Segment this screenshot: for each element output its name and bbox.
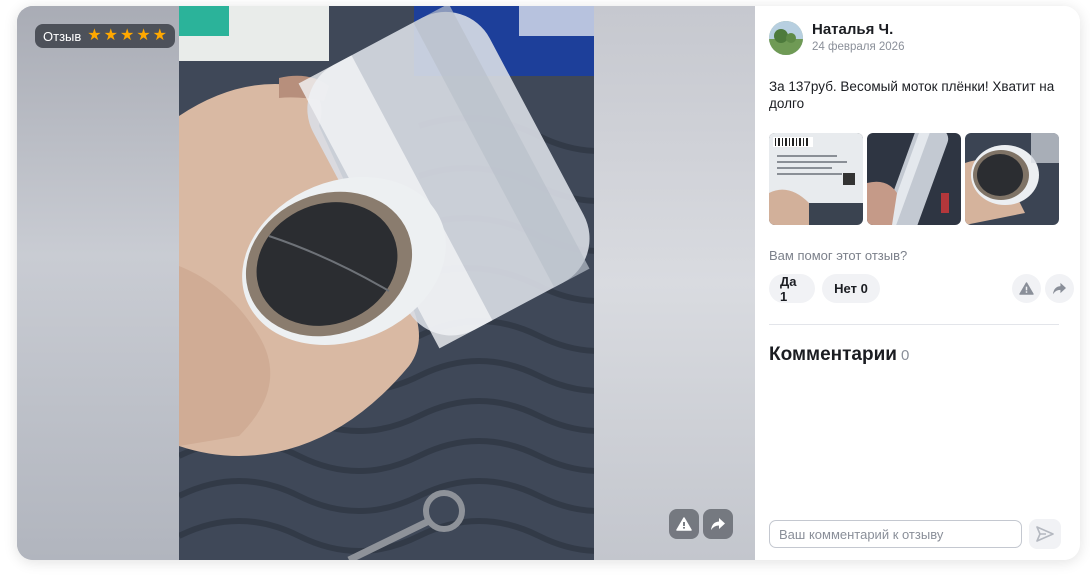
- helpful-yes-button[interactable]: Да 1: [769, 274, 815, 304]
- warning-triangle-icon: [676, 517, 692, 531]
- review-date: 24 февраля 2026: [812, 41, 905, 53]
- review-text: За 137руб. Весомый моток плёнки! Хватит …: [769, 79, 1055, 111]
- share-button[interactable]: [1045, 274, 1074, 303]
- star-icon: ★: [87, 27, 102, 44]
- photo-thumbnail[interactable]: [965, 133, 1059, 225]
- send-icon: [1036, 526, 1054, 542]
- star-icon: ★: [103, 27, 118, 44]
- send-comment-button[interactable]: [1029, 519, 1061, 549]
- comments-title: Комментарии: [769, 344, 897, 365]
- photo-thumbnail[interactable]: [769, 133, 863, 225]
- comment-input[interactable]: [769, 520, 1022, 548]
- star-icon: ★: [119, 27, 135, 44]
- author-name[interactable]: Наталья Ч.: [812, 21, 893, 38]
- review-badge: Отзыв ★ ★ ★ ★ ★: [35, 24, 175, 48]
- review-modal: Отзыв ★ ★ ★ ★ ★ Наталья Ч. 24 февраля 20…: [17, 6, 1080, 560]
- comments-heading: Комментарии 0: [769, 344, 909, 366]
- share-arrow-icon: [711, 518, 725, 530]
- report-button[interactable]: [1012, 274, 1041, 303]
- media-report-button[interactable]: [669, 509, 699, 539]
- divider: [769, 324, 1059, 325]
- blurred-background-right: [594, 6, 755, 560]
- photo-thumbnails: [769, 133, 1059, 225]
- rating-stars: ★ ★ ★ ★ ★: [87, 28, 167, 44]
- share-arrow-icon: [1053, 282, 1066, 295]
- warning-triangle-icon: [1019, 282, 1034, 295]
- star-icon: ★: [152, 27, 167, 44]
- media-viewer: Отзыв ★ ★ ★ ★ ★: [17, 6, 755, 560]
- blurred-background-left: [17, 6, 179, 560]
- comments-count: 0: [900, 347, 910, 364]
- badge-label: Отзыв: [43, 28, 82, 44]
- photo-thumbnail[interactable]: [867, 133, 961, 225]
- review-photo-main[interactable]: [179, 6, 594, 560]
- helpful-no-button[interactable]: Нет 0: [822, 274, 880, 303]
- avatar[interactable]: [769, 21, 803, 55]
- media-share-button[interactable]: [703, 509, 733, 539]
- star-icon: ★: [136, 27, 151, 44]
- review-details-panel: Наталья Ч. 24 февраля 2026 За 137руб. Ве…: [755, 6, 1080, 560]
- helpful-question: Вам помог этот отзыв?: [769, 248, 908, 263]
